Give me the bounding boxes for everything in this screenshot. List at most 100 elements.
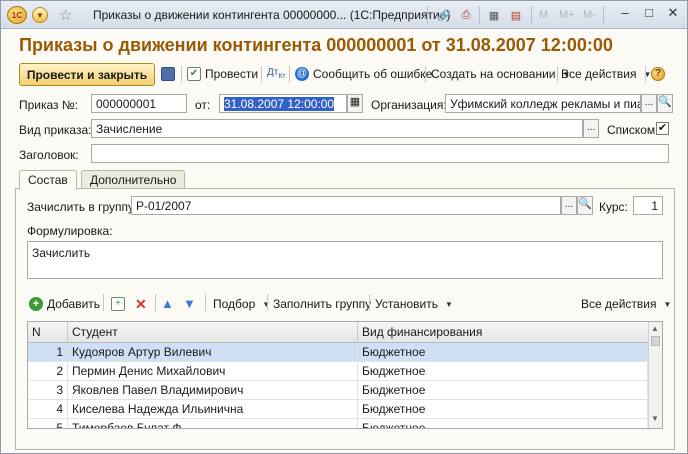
tab-composition[interactable]: Состав [19, 170, 77, 190]
form-toolbar: Провести и закрыть ✔ Провести ДтКт @ Соо… [15, 63, 675, 87]
post-document-icon: ✔ [187, 67, 201, 81]
report-error-button[interactable]: @ Сообщить об ошибке [295, 67, 432, 81]
journal-movements-button[interactable]: ДтКт [267, 67, 286, 80]
favorite-star-icon[interactable]: ☆ [59, 6, 72, 24]
restore-button[interactable]: □ [639, 5, 659, 23]
table-all-actions-menu[interactable]: Все действия ▼ [581, 297, 671, 311]
table-row[interactable]: 3 Яковлев Павел Владимирович Бюджетное [28, 381, 648, 400]
toolbar-separator [557, 66, 558, 83]
cell-financing[interactable]: Бюджетное [358, 419, 648, 428]
cell-n[interactable]: 4 [28, 400, 68, 419]
set-menu[interactable]: Установить ▼ [375, 297, 453, 311]
window-menu-icon[interactable]: ▼ [32, 7, 48, 23]
table-header: N Студент Вид финансирования [28, 322, 648, 343]
calculator-icon[interactable]: ▦ [485, 6, 503, 24]
order-kind-choose-button[interactable]: ... [583, 119, 599, 138]
organization-open-icon[interactable]: 🔍 [657, 94, 673, 113]
organization-input[interactable]: Уфимский колледж рекламы и пиара [445, 94, 641, 113]
column-header-n[interactable]: N [28, 322, 68, 343]
window-title: Приказы о движении контингента 00000000.… [93, 8, 451, 22]
cell-student[interactable]: Пермин Денис Михайлович [68, 362, 358, 381]
cell-n[interactable]: 5 [28, 419, 68, 428]
cell-student[interactable]: Тимербаев Булат Ф... [68, 419, 358, 428]
calendar-picker-icon[interactable]: ▦ [347, 94, 363, 113]
cell-n[interactable]: 3 [28, 381, 68, 400]
chevron-down-icon: ▼ [663, 299, 672, 309]
table-toolbar-separator [369, 294, 370, 311]
scrollbar-thumb[interactable] [651, 336, 660, 346]
save-icon [161, 67, 175, 81]
movements-icon: ДтКт [267, 67, 286, 80]
enroll-group-input[interactable]: Р-01/2007 [131, 196, 561, 215]
print-icon[interactable]: ⎙ [457, 6, 475, 24]
column-header-financing[interactable]: Вид финансирования [358, 322, 648, 343]
title-separator [427, 6, 428, 24]
fill-group-button[interactable]: Заполнить группу [273, 297, 371, 311]
post-and-close-button[interactable]: Провести и закрыть [19, 63, 155, 86]
organization-choose-button[interactable]: ... [641, 94, 657, 113]
table-scrollbar[interactable]: ▲ ▼ [648, 322, 662, 428]
table-toolbar-separator [155, 294, 156, 311]
group-choose-button[interactable]: ... [561, 196, 577, 215]
cell-student[interactable]: Яковлев Павел Владимирович [68, 381, 358, 400]
date-value: 31.08.2007 12:00:00 [224, 97, 335, 111]
group-open-icon[interactable]: 🔍 [577, 196, 593, 215]
scroll-up-icon[interactable]: ▲ [651, 324, 659, 333]
cell-financing[interactable]: Бюджетное [358, 362, 648, 381]
all-actions-menu[interactable]: Все действия ▼ [561, 67, 651, 81]
add-row-button[interactable]: + Добавить [29, 297, 100, 311]
header-input[interactable] [91, 144, 669, 163]
scroll-down-icon[interactable]: ▼ [651, 414, 659, 423]
delete-row-button[interactable]: ✕ [135, 296, 147, 313]
cell-financing[interactable]: Бюджетное [358, 400, 648, 419]
cell-financing[interactable]: Бюджетное [358, 381, 648, 400]
link-icon[interactable]: 🔗 [435, 6, 453, 24]
memory-minus-button[interactable]: M- [583, 9, 596, 21]
table-row[interactable]: 4 Киселева Надежда Ильинична Бюджетное [28, 400, 648, 419]
course-label: Курс: [599, 200, 628, 214]
add-icon: + [29, 297, 43, 311]
list-mode-checkbox[interactable]: ✔ [656, 122, 669, 135]
cell-student[interactable]: Киселева Надежда Ильинична [68, 400, 358, 419]
toolbar-separator [645, 66, 646, 83]
selection-menu[interactable]: Подбор▼ [213, 297, 270, 311]
document-window: 1С ▼ ☆ Приказы о движении контингента 00… [0, 0, 688, 454]
wording-textarea[interactable]: Зачислить [27, 241, 663, 279]
memory-m-button[interactable]: M [539, 9, 548, 21]
organization-label: Организация: [371, 98, 447, 112]
title-separator [603, 6, 604, 24]
copy-row-button[interactable]: + [111, 297, 125, 311]
cell-student[interactable]: Кудояров Артур Вилевич [68, 343, 358, 362]
tab-additional[interactable]: Дополнительно [81, 170, 186, 189]
report-error-label: Сообщить об ошибке [313, 67, 433, 81]
cell-n[interactable]: 1 [28, 343, 68, 362]
cell-n[interactable]: 2 [28, 362, 68, 381]
order-kind-input[interactable]: Зачисление [91, 119, 583, 138]
fill-group-label: Заполнить группу [273, 297, 372, 311]
course-input[interactable]: 1 [633, 196, 663, 215]
move-down-button[interactable]: ▼ [183, 296, 196, 311]
cell-financing[interactable]: Бюджетное [358, 343, 648, 362]
calendar-icon[interactable]: ▤ [507, 6, 525, 24]
header-label: Заголовок: [19, 148, 79, 162]
table-row[interactable]: 1 Кудояров Артур Вилевич Бюджетное [28, 343, 648, 362]
create-based-on-label: Создать на основании [431, 67, 556, 81]
minimize-button[interactable]: – [615, 5, 635, 23]
order-kind-label: Вид приказа: [19, 123, 92, 137]
table-row[interactable]: 5 Тимербаев Булат Ф... Бюджетное [28, 419, 648, 428]
all-actions-label: Все действия [561, 67, 637, 81]
memory-plus-button[interactable]: M+ [559, 9, 575, 21]
create-based-on-menu[interactable]: Создать на основании ▼ [431, 67, 570, 81]
post-button[interactable]: ✔ Провести [187, 67, 258, 81]
order-number-input[interactable]: 000000001 [91, 94, 187, 113]
move-up-button[interactable]: ▲ [161, 296, 174, 311]
1c-logo-icon[interactable]: 1С [7, 6, 27, 24]
column-header-student[interactable]: Студент [68, 322, 358, 343]
toolbar-separator [261, 66, 262, 83]
close-button[interactable]: ✕ [663, 5, 683, 23]
at-sign-icon: @ [295, 67, 309, 81]
table-row[interactable]: 2 Пермин Денис Михайлович Бюджетное [28, 362, 648, 381]
date-input[interactable]: 31.08.2007 12:00:00 [219, 94, 347, 113]
save-button[interactable] [161, 67, 175, 81]
help-button[interactable]: ? [651, 67, 665, 81]
